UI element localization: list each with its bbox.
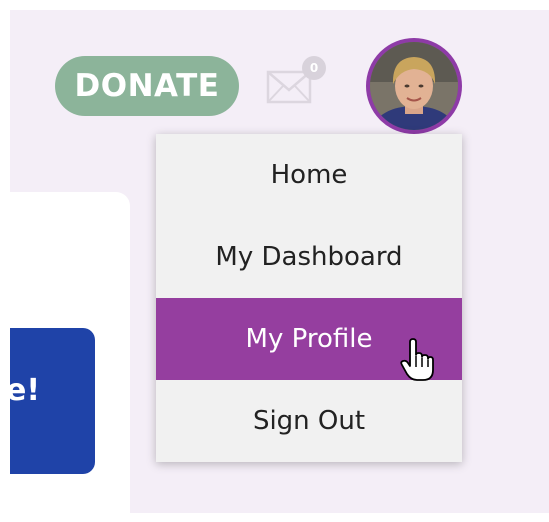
messages-button[interactable]: 0 [266, 56, 330, 108]
hand-pointer-cursor-icon [400, 338, 434, 381]
user-avatar-photo [370, 42, 458, 130]
menu-item-sign-out[interactable]: Sign Out [156, 380, 462, 462]
avatar[interactable] [366, 38, 462, 134]
menu-item-home[interactable]: Home [156, 134, 462, 216]
menu-item-my-dashboard[interactable]: My Dashboard [156, 216, 462, 298]
user-menu-dropdown: Home My Dashboard My Profile Sign Out [156, 134, 462, 462]
donate-button[interactable]: DONATE [55, 56, 239, 116]
call-to-action-button[interactable]: e! [10, 328, 95, 474]
cta-label: e! [10, 373, 40, 408]
message-count-badge: 0 [302, 56, 326, 80]
